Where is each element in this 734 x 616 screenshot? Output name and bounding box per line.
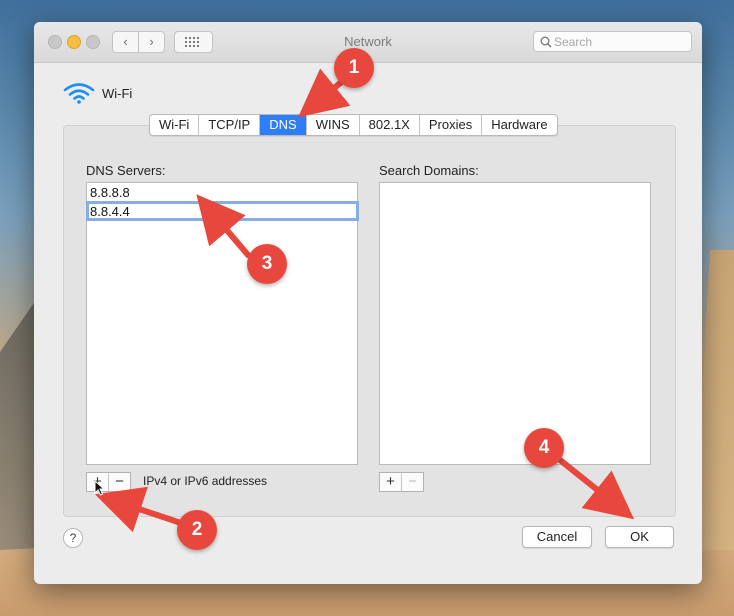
help-button[interactable]: ? [63,528,83,548]
tab-dns[interactable]: DNS [260,115,307,135]
list-item[interactable]: 8.8.4.4 [90,204,130,219]
network-window: ‹ › Network Search Wi-Fi Wi-Fi TCP/IP DN… [34,22,702,584]
dns-hint: IPv4 or IPv6 addresses [143,474,268,488]
step-badge-2: 2 [177,510,217,550]
tab-hardware[interactable]: Hardware [482,115,556,135]
search-field[interactable] [533,31,692,52]
cancel-button[interactable]: Cancel [522,526,592,548]
remove-domain-button[interactable]: − [402,473,423,491]
ok-button[interactable]: OK [605,526,674,548]
search-icon [540,36,552,48]
domains-add-remove: + − [379,472,424,492]
step-badge-4: 4 [524,428,564,468]
dns-servers-label: DNS Servers: [86,163,166,178]
tab-wifi[interactable]: Wi-Fi [150,115,200,135]
dns-servers-list[interactable]: 8.8.8.8 8.8.4.4 [86,182,359,465]
mouse-pointer-icon [94,480,106,496]
step-badge-1: 1 [334,48,374,88]
wifi-icon [63,83,95,104]
dns-add-remove: + − [86,472,131,492]
remove-dns-button[interactable]: − [109,473,130,491]
search-domains-list[interactable] [379,182,651,465]
tab-8021x[interactable]: 802.1X [360,115,420,135]
add-domain-button[interactable]: + [380,473,402,491]
step-badge-3: 3 [247,244,287,284]
tab-wins[interactable]: WINS [307,115,360,135]
tab-bar: Wi-Fi TCP/IP DNS WINS 802.1X Proxies Har… [149,114,558,136]
tab-proxies[interactable]: Proxies [420,115,483,135]
service-name: Wi-Fi [102,86,133,101]
list-item[interactable]: 8.8.8.8 [90,185,130,200]
search-input[interactable] [554,34,684,49]
dns-edit-field[interactable]: 8.8.4.4 [86,201,359,221]
tab-tcpip[interactable]: TCP/IP [199,115,261,135]
search-domains-label: Search Domains: [379,163,479,178]
